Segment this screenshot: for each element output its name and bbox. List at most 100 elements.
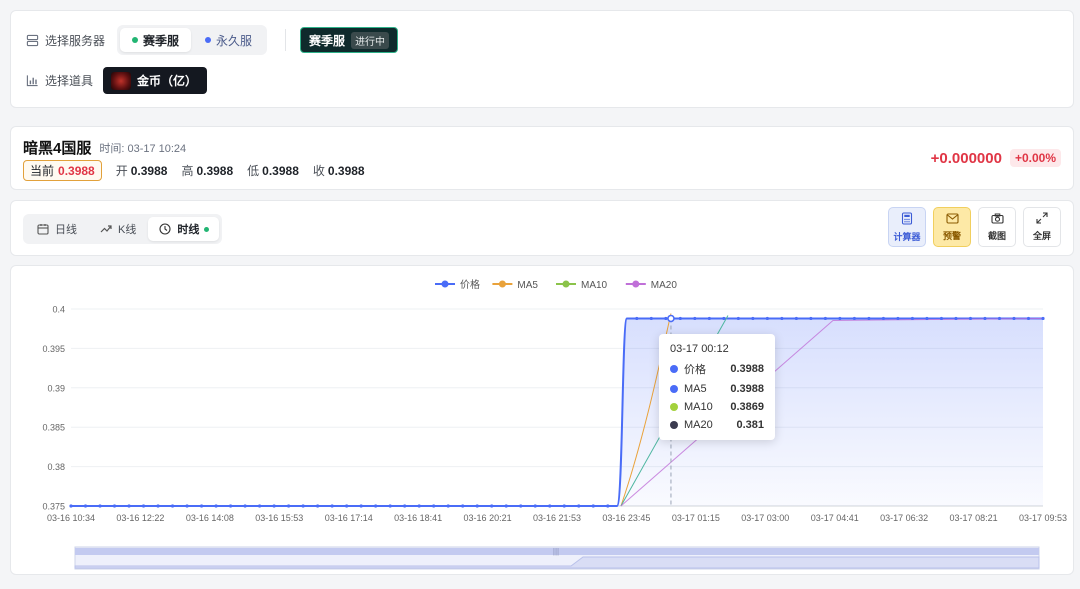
price-point-14: [272, 504, 276, 508]
price-point-12: [243, 504, 247, 508]
price-point-54: [852, 316, 857, 321]
calculator-button[interactable]: 计算器: [888, 207, 926, 247]
price-point-46: [736, 316, 740, 321]
price-point-21: [374, 504, 378, 508]
x-tick-label-12: 03-17 06:32: [880, 513, 928, 523]
server-option-permanent[interactable]: 永久服: [193, 28, 264, 52]
x-tick-label-11: 03-17 04:41: [811, 513, 859, 523]
low-value: 0.3988: [262, 163, 299, 178]
price-point-62: [968, 316, 973, 321]
price-point-31: [519, 504, 523, 508]
quote-card: 暗黑4国服 时间: 03-17 10:24 当前 0.3988 开 0.3988…: [10, 126, 1074, 190]
tooltip-row: MA10 0.3869: [670, 401, 764, 413]
price-point-0: [69, 504, 73, 508]
chart-tooltip: 03-17 00:12 价格 0.3988 MA5 0.3988 MA10 0.…: [659, 334, 775, 440]
series-dot-icon: [670, 365, 678, 373]
price-point-45: [722, 316, 726, 321]
price-point-1: [83, 504, 88, 508]
tooltip-series-name: MA5: [684, 383, 707, 395]
price-point-13: [257, 504, 262, 508]
price-point-41: [664, 316, 668, 321]
high-label: 高: [181, 164, 194, 178]
fullscreen-button[interactable]: 全屏: [1023, 207, 1061, 247]
x-tick-label-13: 03-17 08:21: [950, 513, 998, 523]
price-point-44: [707, 316, 711, 321]
price-point-2: [98, 504, 102, 508]
price-point-6: [156, 504, 160, 508]
server-icon: [25, 33, 39, 47]
price-point-33: [548, 504, 552, 508]
price-point-27: [461, 504, 465, 508]
chart-card: 价格 MA5 MA10 MA20 0.4 0.395 0.39 0.385 0.38 0.375 0…: [10, 265, 1074, 575]
price-point-65: [1012, 316, 1016, 321]
current-server-badge: 赛季服 进行中: [300, 27, 399, 53]
tooltip-row: MA20 0.381: [670, 419, 764, 431]
price-chart[interactable]: 价格 MA5 MA10 MA200.40.3950.390.3850.380.3750…: [11, 266, 1073, 574]
server-option-season[interactable]: 赛季服: [120, 28, 192, 52]
clock-icon: [158, 222, 172, 236]
legend-marker-0: [441, 280, 449, 288]
price-point-53: [838, 316, 842, 321]
tab-kline[interactable]: K线: [89, 217, 146, 241]
price-point-9: [199, 504, 204, 508]
tool-label: 截图: [987, 230, 1006, 241]
x-tick-label-9: 03-17 01:15: [672, 513, 720, 523]
price-point-50: [794, 316, 798, 321]
zoom-grip-icon: |||: [553, 547, 559, 556]
alert-button[interactable]: 预警: [933, 207, 971, 247]
x-tick-label-5: 03-16 18:41: [394, 513, 442, 523]
tooltip-series-value: 0.3988: [730, 383, 764, 395]
price-point-60: [939, 316, 944, 321]
x-tick-label-4: 03-16 17:14: [325, 513, 373, 523]
tool-label: 预警: [942, 230, 961, 241]
price-point-32: [533, 504, 537, 508]
item-select-button[interactable]: 金币（亿）: [103, 67, 208, 94]
tab-daily[interactable]: 日线: [26, 217, 87, 241]
price-point-8: [185, 504, 189, 508]
legend-label-2: MA10: [581, 280, 608, 291]
tab-hourly[interactable]: 时线: [148, 217, 220, 241]
tool-label: 全屏: [1032, 231, 1051, 241]
item-row: 选择道具 金币（亿）: [25, 67, 208, 94]
period-tabs: 日线 K线 时线: [23, 214, 223, 244]
price-point-66: [1026, 316, 1031, 321]
price-point-34: [562, 504, 566, 508]
legend-label-3: MA20: [651, 280, 678, 291]
selector-card: 选择服务器 赛季服 永久服 赛季服 进行中 选择道具 金币（亿）: [10, 10, 1074, 108]
tooltip-series-value: 0.3988: [730, 363, 764, 375]
screenshot-button[interactable]: 截图: [978, 207, 1016, 247]
price-area: [71, 318, 1043, 506]
price-point-42: [678, 316, 682, 321]
price-point-39: [635, 316, 639, 321]
price-point-20: [359, 504, 363, 508]
live-dot-icon: [204, 226, 210, 232]
close-value: 0.3988: [327, 163, 365, 178]
hover-point: [667, 314, 675, 323]
price-point-3: [112, 504, 117, 508]
current-label: 当前: [30, 164, 55, 178]
price-point-22: [388, 504, 392, 508]
price-point-10: [214, 504, 218, 508]
server-option-label: 赛季服: [143, 33, 180, 48]
divider: [285, 29, 287, 51]
legend-label-1: MA5: [517, 280, 538, 291]
x-tick-label-8: 03-16 23:45: [602, 513, 650, 523]
legend-marker-1: [498, 280, 506, 288]
price-point-36: [591, 504, 595, 508]
tooltip-series-value: 0.3869: [730, 401, 764, 413]
camera-icon: [990, 213, 1004, 226]
price-point-23: [403, 504, 407, 508]
open-label: 开: [115, 164, 128, 178]
blue-dot-icon: [205, 37, 212, 43]
price-point-52: [823, 316, 827, 321]
price-point-37: [606, 504, 610, 508]
ohlc-row: 当前 0.3988 开 0.3988 高 0.3988 低 0.3988 收 0…: [23, 160, 365, 181]
price-point-28: [475, 504, 479, 508]
price-point-25: [432, 504, 436, 508]
price-point-56: [881, 316, 886, 321]
price-point-64: [997, 316, 1002, 321]
y-tick-label-4: 0.38: [47, 462, 65, 472]
server-status-tag: 进行中: [351, 31, 390, 49]
x-tick-label-2: 03-16 14:08: [186, 513, 234, 523]
y-tick-label-3: 0.385: [42, 423, 65, 433]
